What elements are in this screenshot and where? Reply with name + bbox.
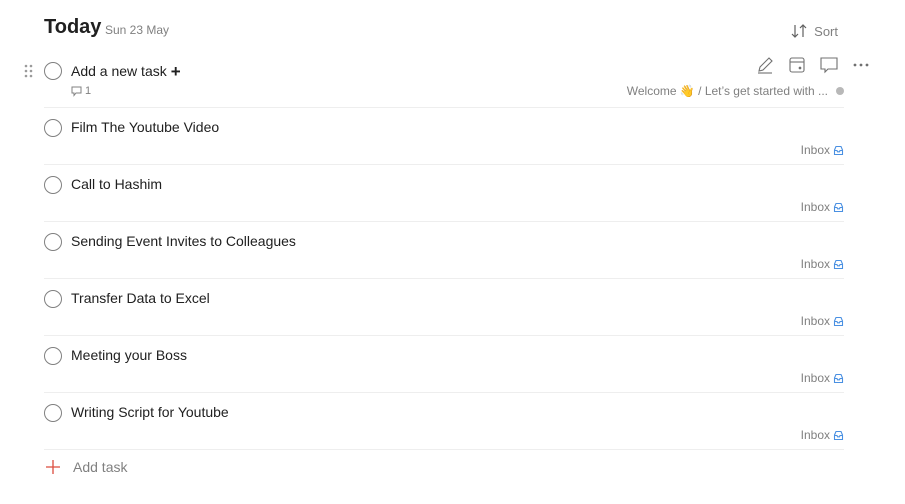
task-content[interactable]: Writing Script for Youtube bbox=[71, 404, 229, 420]
add-task-label: Add task bbox=[73, 459, 128, 475]
task-item[interactable]: Call to Hashim Inbox bbox=[44, 170, 844, 222]
plus-icon: + bbox=[170, 62, 181, 81]
task-checkbox[interactable] bbox=[44, 62, 62, 80]
more-button[interactable] bbox=[850, 54, 872, 76]
comment-icon bbox=[71, 86, 82, 97]
task-item[interactable]: Meeting your Boss Inbox bbox=[44, 341, 844, 393]
task-project[interactable]: Inbox bbox=[801, 314, 844, 328]
task-content[interactable]: Film The Youtube Video bbox=[71, 119, 219, 135]
task-content[interactable]: Call to Hashim bbox=[71, 176, 162, 192]
task-section-link[interactable]: Welcome 👋 / Let’s get started with ... bbox=[627, 84, 844, 98]
task-actions bbox=[754, 54, 872, 76]
comment-count[interactable]: 1 bbox=[71, 85, 91, 97]
comment-icon bbox=[820, 57, 838, 74]
sort-button[interactable]: Sort bbox=[790, 22, 838, 40]
task-project[interactable]: Inbox bbox=[801, 371, 844, 385]
task-project[interactable]: Inbox bbox=[801, 200, 844, 214]
drag-handle-icon bbox=[24, 64, 33, 78]
comment-count-value: 1 bbox=[85, 85, 92, 97]
edit-button[interactable] bbox=[754, 54, 776, 76]
project-label: Inbox bbox=[800, 314, 830, 328]
pencil-icon bbox=[758, 57, 773, 74]
task-content[interactable]: Meeting your Boss bbox=[71, 347, 187, 363]
drag-handle[interactable] bbox=[24, 64, 34, 78]
inbox-icon bbox=[833, 373, 844, 383]
task-project[interactable]: Inbox bbox=[801, 143, 844, 157]
task-item[interactable]: Transfer Data to Excel Inbox bbox=[44, 284, 844, 336]
page-date: Sun 23 May bbox=[105, 23, 170, 37]
more-icon bbox=[853, 63, 869, 67]
task-content[interactable]: Sending Event Invites to Colleagues bbox=[71, 233, 296, 249]
schedule-button[interactable] bbox=[786, 54, 808, 76]
sort-icon bbox=[791, 24, 807, 38]
calendar-icon bbox=[789, 57, 805, 73]
section-path: Welcome 👋 / Let’s get started with ... bbox=[626, 84, 828, 98]
page-title: Today bbox=[44, 16, 102, 38]
task-checkbox[interactable] bbox=[44, 404, 62, 422]
inbox-icon bbox=[833, 316, 844, 326]
task-item[interactable]: Film The Youtube Video Inbox bbox=[44, 113, 844, 165]
task-item[interactable]: Add a new task + 1 Welcome 👋 / Let’s get… bbox=[44, 56, 869, 108]
task-checkbox[interactable] bbox=[44, 119, 62, 137]
inbox-icon bbox=[833, 430, 844, 440]
task-item[interactable]: Sending Event Invites to Colleagues Inbox bbox=[44, 227, 844, 279]
project-label: Inbox bbox=[800, 257, 830, 271]
project-label: Inbox bbox=[800, 200, 830, 214]
task-content[interactable]: Transfer Data to Excel bbox=[71, 290, 210, 306]
comment-button[interactable] bbox=[818, 54, 840, 76]
task-project[interactable]: Inbox bbox=[801, 428, 844, 442]
inbox-icon bbox=[833, 259, 844, 269]
task-checkbox[interactable] bbox=[44, 176, 62, 194]
task-checkbox[interactable] bbox=[44, 233, 62, 251]
task-content: Add a new task bbox=[71, 63, 167, 79]
inbox-icon bbox=[833, 145, 844, 155]
project-color-dot bbox=[836, 87, 844, 95]
add-task-button[interactable]: Add task bbox=[46, 459, 127, 475]
plus-icon bbox=[46, 460, 60, 474]
project-label: Inbox bbox=[800, 143, 830, 157]
task-checkbox[interactable] bbox=[44, 347, 62, 365]
task-project[interactable]: Inbox bbox=[801, 257, 844, 271]
project-label: Inbox bbox=[800, 428, 830, 442]
task-item[interactable]: Writing Script for Youtube Inbox bbox=[44, 398, 844, 450]
page-header: Today Sun 23 May Sort bbox=[44, 16, 844, 46]
task-checkbox[interactable] bbox=[44, 290, 62, 308]
task-content-wrapper[interactable]: Add a new task + bbox=[71, 62, 181, 82]
sort-label: Sort bbox=[814, 23, 838, 39]
project-label: Inbox bbox=[800, 371, 830, 385]
inbox-icon bbox=[833, 202, 844, 212]
